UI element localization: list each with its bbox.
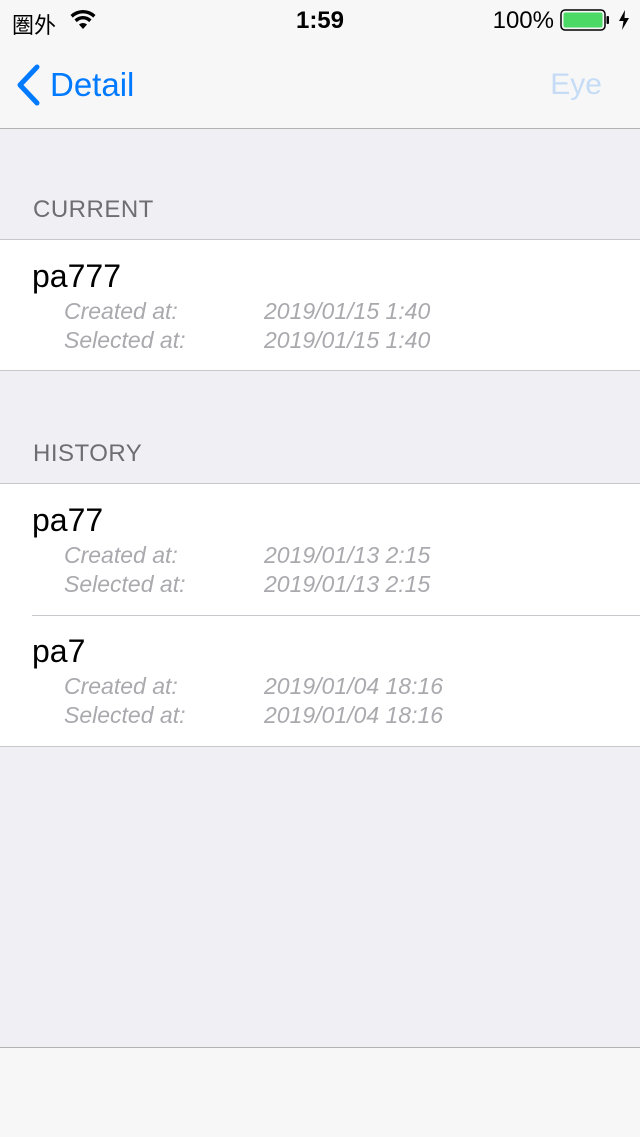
created-value: 2019/01/15 1:40 xyxy=(264,298,431,324)
created-label: Created at: xyxy=(64,673,178,699)
back-button-label: Detail xyxy=(50,66,135,103)
current-list: pa777 Created at: 2019/01/15 1:40 Select… xyxy=(0,239,640,371)
item-title: pa7 xyxy=(32,633,86,669)
item-title: pa77 xyxy=(32,502,104,538)
battery-icon xyxy=(560,9,609,31)
selected-label: Selected at: xyxy=(64,327,186,353)
list-item[interactable]: pa77 Created at: 2019/01/13 2:15 Selecte… xyxy=(0,484,640,615)
chevron-left-icon xyxy=(17,64,40,106)
battery-percent: 100% xyxy=(492,7,554,34)
bottom-toolbar xyxy=(0,1047,640,1137)
selected-label: Selected at: xyxy=(64,702,186,728)
list-item[interactable]: pa777 Created at: 2019/01/15 1:40 Select… xyxy=(0,240,640,370)
list-item[interactable]: pa7 Created at: 2019/01/04 18:16 Selecte… xyxy=(0,615,640,746)
created-value: 2019/01/13 2:15 xyxy=(264,542,431,568)
section-header-current: CURRENT xyxy=(33,196,154,223)
navigation-bar: Detail Eye xyxy=(0,40,640,129)
selected-value: 2019/01/04 18:16 xyxy=(264,702,444,728)
selected-value: 2019/01/15 1:40 xyxy=(264,327,431,353)
selected-label: Selected at: xyxy=(64,571,186,597)
selected-value: 2019/01/13 2:15 xyxy=(264,571,431,597)
eye-button[interactable]: Eye xyxy=(550,68,602,102)
created-label: Created at: xyxy=(64,542,178,568)
back-button[interactable]: Detail xyxy=(14,62,134,108)
item-title: pa777 xyxy=(32,258,121,294)
history-list: pa77 Created at: 2019/01/13 2:15 Selecte… xyxy=(0,483,640,747)
created-value: 2019/01/04 18:16 xyxy=(264,673,444,699)
section-header-history: HISTORY xyxy=(33,440,143,467)
charging-icon xyxy=(619,10,629,30)
status-bar: 圏外 1:59 100% xyxy=(0,0,640,40)
created-label: Created at: xyxy=(64,298,178,324)
